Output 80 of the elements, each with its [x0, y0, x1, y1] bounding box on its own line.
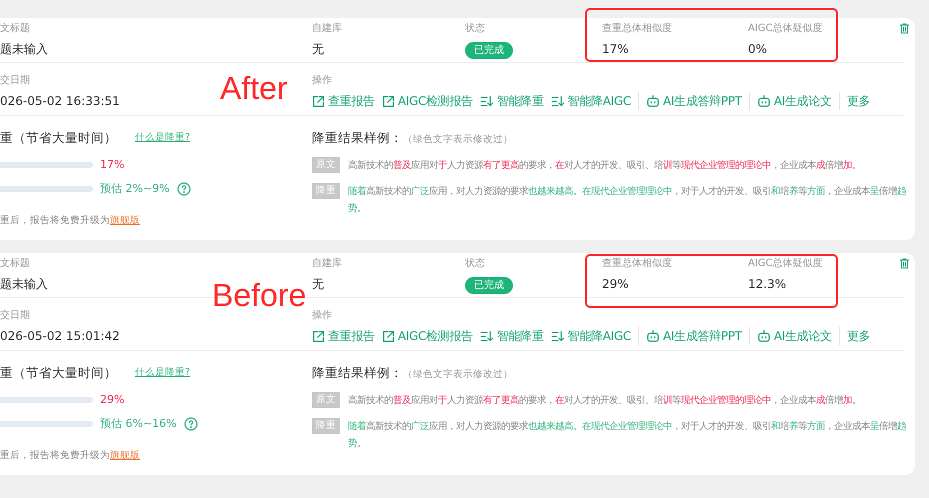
- external-link-icon: [312, 94, 325, 108]
- sample-text: 高新技术的普及应用对于人力资源有了更高的要求，在对人才的开发、吸引、培训等现代企业管理的理论中，企业成本成倍增加。: [348, 394, 862, 408]
- help-link[interactable]: 什么是降重?: [135, 366, 190, 380]
- aigc-value: 12.3%: [748, 276, 786, 293]
- robot-icon: [646, 329, 660, 343]
- delete-button[interactable]: [899, 257, 910, 270]
- action-link[interactable]: 更多: [846, 92, 870, 110]
- action-link[interactable]: AIGC检测报告: [382, 327, 473, 345]
- hint-text: （绿色文字表示修改过）: [403, 368, 513, 382]
- estimate-reading: 预估 2%~9%: [100, 180, 170, 196]
- similarity-reading: 29%: [100, 392, 124, 408]
- action-link[interactable]: 智能降AIGC: [550, 327, 631, 345]
- section-title: 降重结果样例：: [312, 129, 403, 147]
- sample-text: 高新技术的普及应用对于人力资源有了更高的要求，在对人才的开发、吸引、培训等现代企业管理的理论中，企业成本成倍增加。: [348, 158, 862, 173]
- submit-date: 026-05-02 15:01:42: [0, 328, 120, 345]
- annotation-label: After: [220, 72, 288, 104]
- external-link-icon: [312, 330, 325, 342]
- similarity-value: 29%: [602, 276, 629, 293]
- status-badge: 已完成: [465, 277, 513, 294]
- aigc-value: 0%: [748, 41, 768, 58]
- library-value: 无: [312, 41, 324, 58]
- action-link[interactable]: AI生成论文: [756, 327, 832, 345]
- field-label: 交日期: [0, 309, 30, 323]
- sample-text: 随着高新技术的广泛应用，对人力资源的要求也越来越高。在现代企业管理理论中，对于人才的开发、吸引和培养等方面，企业成本呈倍增趋势。: [348, 184, 907, 216]
- action-link[interactable]: 智能降重: [480, 92, 544, 110]
- thesis-title: 题未输入: [0, 276, 48, 293]
- similarity-reading: 17%: [100, 156, 124, 172]
- sort-icon: [550, 330, 565, 342]
- sort-icon: [550, 94, 565, 108]
- robot-icon: [756, 329, 771, 343]
- robot-icon: [756, 94, 771, 108]
- section-title: 重（节省大量时间）: [0, 129, 117, 147]
- trash-icon: [899, 257, 910, 270]
- sample-text: 随着高新技术的广泛应用，对人力资源的要求也越来越高。在现代企业管理理论中，对于人才的开发、吸引和培养等方面，企业成本呈倍增趋势。: [348, 420, 907, 451]
- help-icon: [176, 182, 191, 196]
- field-label: 文标题: [0, 257, 30, 271]
- field-label: 查重总体相似度: [602, 257, 672, 271]
- action-link[interactable]: AIGC检测报告: [382, 92, 473, 110]
- section-title: 重（节省大量时间）: [0, 364, 117, 382]
- field-label: 交日期: [0, 74, 30, 88]
- upgrade-note: 重后，报告将免费升级为旗舰版: [0, 448, 141, 463]
- field-label: 自建库: [312, 257, 342, 271]
- status-badge: 已完成: [465, 42, 513, 59]
- upgrade-link[interactable]: 旗舰版: [110, 214, 140, 226]
- action-link[interactable]: 智能降AIGC: [550, 92, 631, 110]
- external-link-icon: [382, 330, 395, 342]
- thesis-title: 题未输入: [0, 41, 48, 58]
- action-link[interactable]: 智能降重: [480, 327, 544, 345]
- help-link[interactable]: 什么是降重?: [135, 131, 190, 146]
- field-label: 查重总体相似度: [602, 22, 672, 36]
- field-label: AIGC总体疑似度: [748, 22, 823, 36]
- sort-icon: [480, 94, 494, 108]
- trash-icon: [899, 22, 910, 35]
- library-value: 无: [312, 276, 324, 293]
- field-label: AIGC总体疑似度: [748, 257, 823, 271]
- help-icon: [184, 416, 198, 431]
- annotation-label: Before: [212, 279, 306, 311]
- action-link[interactable]: AI生成答辩PPT: [646, 327, 742, 345]
- delete-button[interactable]: [899, 22, 910, 35]
- field-label: 操作: [312, 309, 332, 323]
- upgrade-link[interactable]: 旗舰版: [110, 450, 140, 461]
- upgrade-note: 重后，报告将免费升级为旗舰版: [0, 214, 141, 228]
- action-link[interactable]: 更多: [846, 327, 870, 345]
- estimate-reading: 预估 6%~16%: [100, 416, 177, 432]
- action-link[interactable]: AI生成答辩PPT: [646, 92, 742, 110]
- field-label: 文标题: [0, 22, 30, 36]
- action-link[interactable]: 查重报告: [312, 92, 375, 110]
- field-label: 操作: [312, 74, 332, 88]
- robot-icon: [646, 94, 660, 108]
- action-link[interactable]: AI生成论文: [756, 92, 832, 110]
- field-label: 状态: [465, 22, 485, 36]
- external-link-icon: [382, 94, 395, 108]
- field-label: 状态: [465, 257, 485, 271]
- action-link[interactable]: 查重报告: [312, 327, 375, 345]
- section-title: 降重结果样例：: [312, 364, 403, 382]
- sort-icon: [480, 330, 494, 342]
- submit-date: 026-05-02 16:33:51: [0, 93, 120, 110]
- hint-text: （绿色文字表示修改过）: [403, 133, 513, 147]
- similarity-value: 17%: [602, 41, 629, 58]
- field-label: 自建库: [312, 22, 342, 36]
